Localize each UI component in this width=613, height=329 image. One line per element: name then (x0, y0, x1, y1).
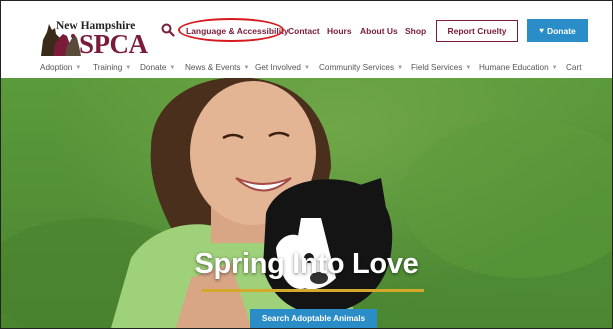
search-icon[interactable] (161, 23, 175, 37)
chevron-down-icon: ▼ (551, 65, 558, 71)
hero-divider (202, 289, 424, 292)
browser-frame: New Hampshire SPCA Language & Accessibil… (0, 0, 613, 329)
nav-item-humane-education[interactable]: Humane Education ▼ (479, 63, 558, 72)
report-cruelty-button[interactable]: Report Cruelty (436, 20, 518, 42)
logo-text-spca: SPCA (79, 29, 148, 59)
highlight-annotation-ring (178, 18, 284, 42)
nav-item-cart[interactable]: Cart (566, 63, 581, 72)
about-us-link[interactable]: About Us (360, 26, 398, 36)
nav-item-community-services[interactable]: Community Services ▼ (319, 63, 403, 72)
donate-label: Donate (546, 25, 576, 36)
search-adoptable-animals-button[interactable]: Search Adoptable Animals (250, 309, 377, 328)
shop-link[interactable]: Shop (405, 26, 426, 36)
chevron-down-icon: ▼ (169, 65, 176, 71)
hours-link[interactable]: Hours (327, 26, 352, 36)
chevron-down-icon: ▼ (125, 65, 132, 71)
nav-item-adoption[interactable]: Adoption ▼ (40, 63, 81, 72)
main-nav: Adoption ▼ Training ▼ Donate ▼ News & Event… (1, 61, 612, 77)
nh-spca-logo[interactable]: New Hampshire SPCA (39, 20, 148, 59)
nav-item-news-events[interactable]: News & Events ▼ (185, 63, 249, 72)
chevron-down-icon: ▼ (303, 65, 310, 71)
contact-link[interactable]: Contact (288, 26, 320, 36)
chevron-down-icon: ▼ (397, 65, 404, 71)
chevron-down-icon: ▼ (243, 65, 250, 71)
site-header: New Hampshire SPCA Language & Accessibil… (1, 1, 612, 61)
nav-item-get-involved[interactable]: Get Involved ▼ (255, 63, 310, 72)
nav-item-training[interactable]: Training ▼ (93, 63, 131, 72)
nav-item-field-services[interactable]: Field Services ▼ (411, 63, 471, 72)
donate-button[interactable]: ♥ Donate (527, 19, 588, 42)
nav-item-donate[interactable]: Donate ▼ (140, 63, 175, 72)
heart-icon: ♥ (539, 26, 544, 35)
hero-banner: Spring Into Love Search Adoptable Animal… (1, 78, 612, 328)
chevron-down-icon: ▼ (465, 65, 472, 71)
chevron-down-icon: ▼ (75, 65, 82, 71)
report-cruelty-label: Report Cruelty (447, 26, 507, 36)
search-adoptable-animals-label: Search Adoptable Animals (261, 314, 366, 323)
hero-title: Spring Into Love (194, 248, 419, 280)
